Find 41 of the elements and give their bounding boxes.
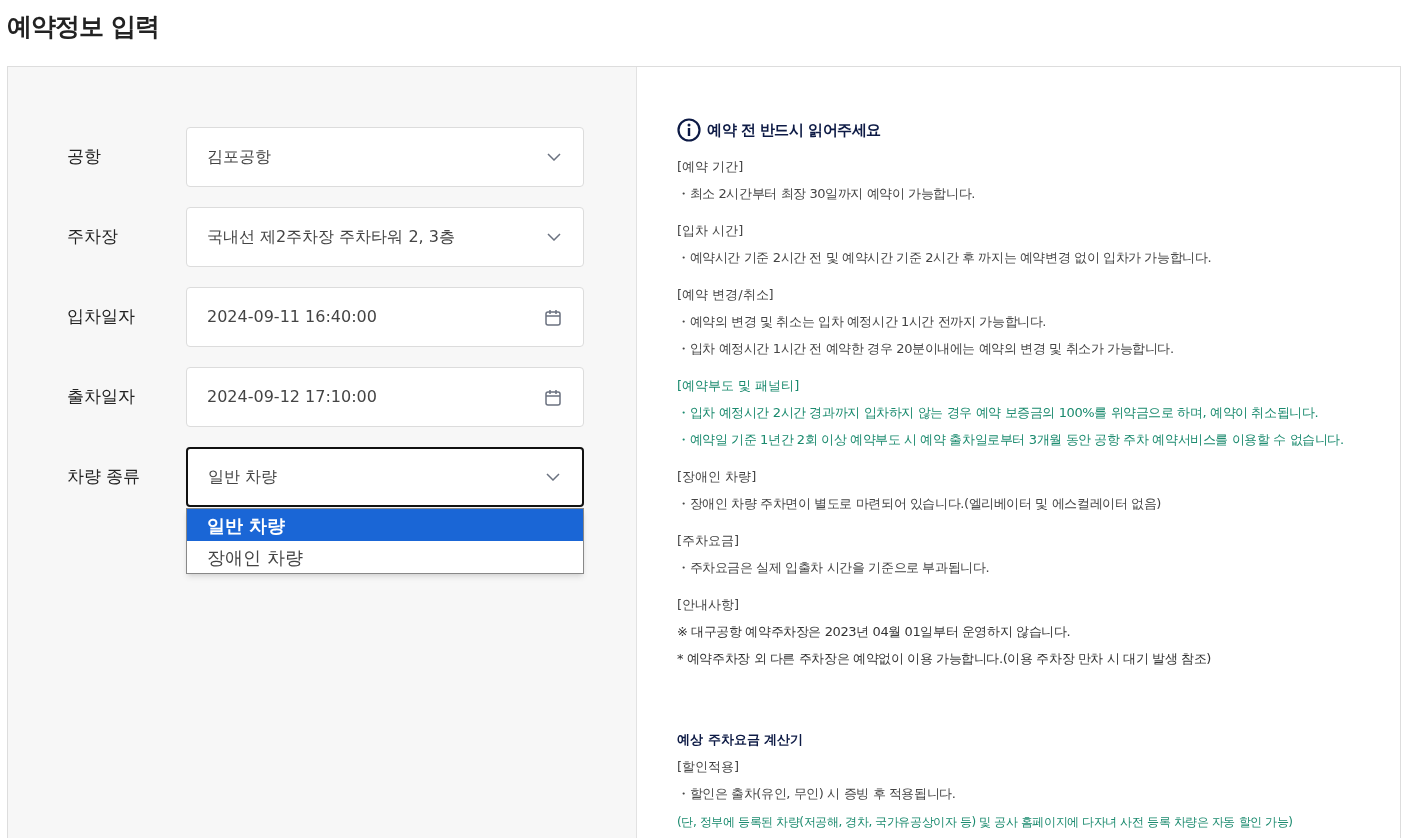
select-field[interactable]: 국내선 제2주차장 주차타워 2, 3층	[186, 207, 584, 267]
field-label: 주차장	[67, 225, 119, 249]
notice-text: ・예약시간 기준 2시간 전 및 예약시간 기준 2시간 후 까지는 예약변경 없이 입차가 가능합니다.	[677, 249, 1213, 267]
section-heading: [입차 시간]	[677, 222, 745, 240]
section-heading: [주차요금]	[677, 532, 741, 550]
chevron-down-icon	[547, 233, 561, 241]
notice-text: ・할인은 출차(유인, 무인) 시 증빙 후 적용됩니다.	[677, 785, 957, 803]
calculator-title: 예상 주차요금 계산기	[677, 731, 805, 749]
date-field[interactable]: 2024-09-11 16:40:00	[186, 287, 584, 347]
select-field[interactable]: 김포공항	[186, 127, 584, 187]
notice-text: ・입차 예정시간 1시간 전 예약한 경우 20분이내에는 예약의 변경 및 취소가 가능합니다.	[677, 340, 1175, 358]
notice-text: ・예약의 변경 및 취소는 입차 예정시간 1시간 전까지 가능합니다.	[677, 313, 1048, 331]
notice-note: (단, 정부에 등록된 차량(저공해, 경차, 국가유공상이자 등) 및 공사 홈페이지에 다자녀 사전 등록 차량은 자동 할인 가능)	[677, 814, 1294, 831]
notice-text: ・주차요금은 실제 입출차 시간을 기준으로 부과됩니다.	[677, 559, 991, 577]
section-heading: [할인적용]	[677, 758, 741, 776]
section-heading: [안내사항]	[677, 596, 741, 614]
section-heading: [장애인 차량]	[677, 468, 758, 486]
field-label: 출차일자	[67, 385, 136, 409]
section-heading: [예약 변경/취소]	[677, 286, 775, 304]
section-heading: [예약부도 및 패널티]	[677, 377, 801, 395]
notice-text: ※ 대구공항 예약주차장은 2023년 04월 01일부터 운영하지 않습니다.	[677, 623, 1072, 641]
notice-text: ・입차 예정시간 2시간 경과까지 입차하지 않는 경우 예약 보증금의 100%를 위약금으로 하며, 예약이 취소됩니다.	[677, 404, 1320, 422]
field-label: 입차일자	[67, 305, 136, 329]
notice-title: 예약 전 반드시 읽어주세요	[707, 119, 881, 141]
field-label: 공항	[67, 145, 102, 169]
section-heading: [예약 기간]	[677, 158, 745, 176]
notice-text: ・장애인 차량 주차면이 별도로 마련되어 있습니다.(엘리베이터 및 에스컬레이터 없음)	[677, 495, 1162, 513]
dropdown-option[interactable]: 일반 차량	[187, 509, 583, 541]
chevron-down-icon	[547, 153, 561, 161]
page-title: 예약정보 입력	[7, 11, 160, 43]
notice-text: * 예약주차장 외 다른 주차장은 예약없이 이용 가능합니다.(이용 주차장 만차 시 대기 발생 참조)	[677, 650, 1212, 668]
notice-text: ・최소 2시간부터 최장 30일까지 예약이 가능합니다.	[677, 185, 976, 203]
calendar-icon	[545, 308, 561, 326]
notice-text: ・예약일 기준 1년간 2회 이상 예약부도 시 예약 출차일로부터 3개월 동안 공항 주차 예약서비스를 이용할 수 없습니다.	[677, 431, 1345, 449]
info-icon	[677, 118, 701, 142]
calendar-icon	[545, 388, 561, 406]
chevron-down-icon	[546, 473, 560, 481]
select-field[interactable]: 일반 차량	[186, 447, 584, 507]
dropdown-option[interactable]: 장애인 차량	[187, 541, 583, 573]
date-field[interactable]: 2024-09-12 17:10:00	[186, 367, 584, 427]
field-label: 차량 종류	[67, 465, 142, 489]
